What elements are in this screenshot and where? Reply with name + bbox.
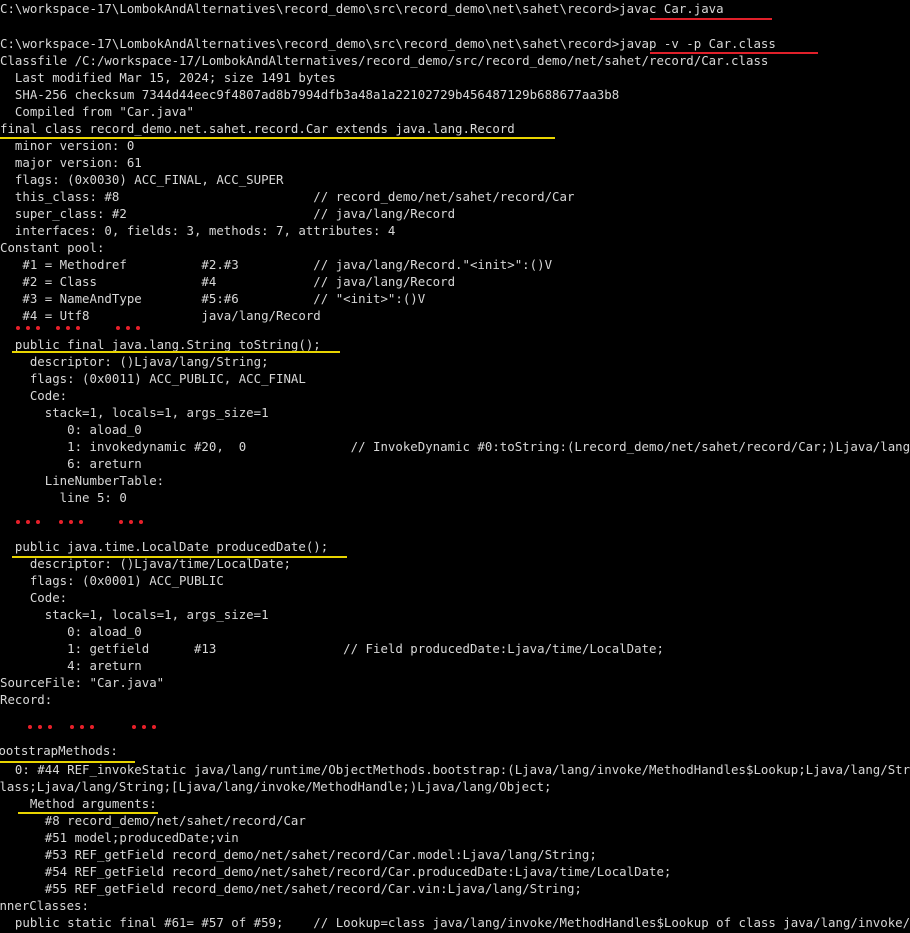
- terminal-line: #53 REF_getField record_demo/net/sahet/r…: [0, 847, 597, 862]
- yellow-underline-class-decl: [0, 137, 555, 139]
- terminal-line: Code:: [0, 388, 68, 403]
- terminal-line: flags: (0x0011) ACC_PUBLIC, ACC_FINAL: [0, 371, 306, 386]
- terminal-line: Code:: [0, 590, 68, 605]
- terminal-line: C:\workspace-17\LombokAndAlternatives\re…: [0, 1, 724, 16]
- yellow-underline-bootstrap: [0, 761, 135, 763]
- terminal-line: #4 = Utf8 java/lang/Record: [0, 308, 321, 323]
- terminal-line: #8 record_demo/net/sahet/record/Car: [0, 813, 306, 828]
- terminal-line: #54 REF_getField record_demo/net/sahet/r…: [0, 864, 672, 879]
- terminal-line: Method arguments:: [0, 796, 157, 811]
- yellow-underline-method-args: [18, 812, 158, 814]
- yellow-underline-produceddate: [12, 556, 347, 558]
- terminal-line: Last modified Mar 15, 2024; size 1491 by…: [0, 70, 336, 85]
- terminal-line: Classfile /C:/workspace-17/LombokAndAlte…: [0, 53, 769, 68]
- terminal-line: 6: areturn: [0, 456, 142, 471]
- terminal-line: Constant pool:: [0, 240, 105, 255]
- terminal-line: public static final #61= #57 of #59; // …: [0, 915, 910, 930]
- red-underline-javap: [650, 52, 818, 54]
- terminal-line: #51 model;producedDate;vin: [0, 830, 239, 845]
- terminal-line: SHA-256 checksum 7344d44eec9f4807ad8b799…: [0, 87, 620, 102]
- terminal-line: 4: areturn: [0, 658, 142, 673]
- terminal-line: major version: 61: [0, 155, 142, 170]
- red-underline-javac: [650, 18, 772, 20]
- terminal-line: Class;Ljava/lang/String;[Ljava/lang/invo…: [0, 779, 552, 794]
- terminal-line: line 5: 0: [0, 490, 127, 505]
- terminal-line: Compiled from "Car.java": [0, 104, 194, 119]
- terminal-line: #1 = Methodref #2.#3 // java/lang/Record…: [0, 257, 553, 272]
- terminal-line: #55 REF_getField record_demo/net/sahet/r…: [0, 881, 582, 896]
- terminal-line: flags: (0x0001) ACC_PUBLIC: [0, 573, 224, 588]
- terminal-line: 0: aload_0: [0, 422, 142, 437]
- terminal-line: 0: aload_0: [0, 624, 142, 639]
- terminal-line: #3 = NameAndType #5:#6 // "<init>":()V: [0, 291, 426, 306]
- terminal-line: LineNumberTable:: [0, 473, 165, 488]
- terminal-line: minor version: 0: [0, 138, 135, 153]
- terminal-line: flags: (0x0030) ACC_FINAL, ACC_SUPER: [0, 172, 284, 187]
- terminal-line: stack=1, locals=1, args_size=1: [0, 607, 269, 622]
- terminal-line: interfaces: 0, fields: 3, methods: 7, at…: [0, 223, 396, 238]
- terminal-line: #2 = Class #4 // java/lang/Record: [0, 274, 456, 289]
- terminal-line: super_class: #2 // java/lang/Record: [0, 206, 456, 221]
- yellow-underline-tostring: [12, 351, 340, 353]
- terminal-line: 1: invokedynamic #20, 0 // InvokeDynamic…: [0, 439, 910, 454]
- terminal-line: this_class: #8 // record_demo/net/sahet/…: [0, 189, 575, 204]
- terminal-line: stack=1, locals=1, args_size=1: [0, 405, 269, 420]
- terminal-line: public java.time.LocalDate producedDate(…: [0, 539, 329, 554]
- terminal-line: InnerClasses:: [0, 898, 89, 913]
- terminal-line: BootstrapMethods:: [0, 743, 118, 758]
- terminal-line: descriptor: ()Ljava/lang/String;: [0, 354, 269, 369]
- terminal-line: 0: #44 REF_invokeStatic java/lang/runtim…: [0, 762, 910, 777]
- terminal-line: C:\workspace-17\LombokAndAlternatives\re…: [0, 36, 776, 51]
- terminal-window[interactable]: C:\workspace-17\LombokAndAlternatives\re…: [0, 0, 910, 933]
- terminal-line: Record:: [0, 692, 53, 707]
- terminal-line: SourceFile: "Car.java": [0, 675, 165, 690]
- terminal-line: final class record_demo.net.sahet.record…: [0, 121, 515, 136]
- terminal-line: 1: getfield #13 // Field producedDate:Lj…: [0, 641, 664, 656]
